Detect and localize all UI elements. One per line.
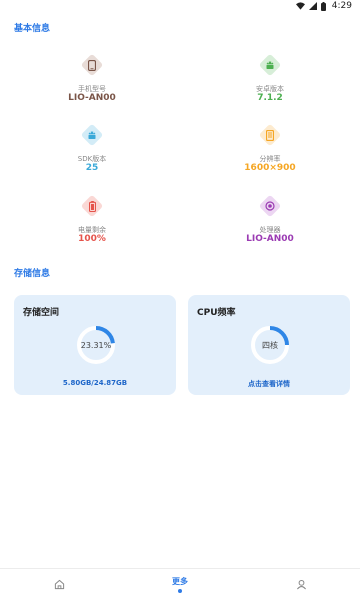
info-value: 25 xyxy=(85,163,99,173)
status-icons: 4:29 xyxy=(295,0,352,12)
active-indicator xyxy=(178,589,182,593)
nav-label-more: 更多 xyxy=(172,577,188,586)
storage-usage: 5.80GB/24.87GB xyxy=(62,379,128,387)
cpu-card[interactable]: CPU频率 四核 点击查看详情 xyxy=(188,295,350,395)
info-value: LIO-AN00 xyxy=(246,234,294,244)
bottom-nav: 更多 xyxy=(0,568,360,600)
basic-info-title: 基本信息 xyxy=(14,24,51,34)
cpu-cores: 四核 xyxy=(262,340,278,350)
info-item-android-version: 安卓版本 7.1.2 xyxy=(210,53,330,107)
battery-icon xyxy=(320,1,326,11)
processor-icon xyxy=(258,194,282,218)
info-item-sdk-version: SDK版本 25 xyxy=(32,123,152,177)
home-icon xyxy=(54,579,65,590)
info-value: 100% xyxy=(78,234,106,244)
storage-card[interactable]: 存储空间 23.31% 5.80GB/24.87GB xyxy=(14,295,176,395)
storage-progress-ring: 23.31% xyxy=(76,325,116,365)
info-value: 1600×900 xyxy=(244,163,296,173)
sdk-icon xyxy=(80,123,104,147)
wifi-icon xyxy=(295,2,305,10)
storage-card-title: 存储空间 xyxy=(23,308,60,318)
user-icon xyxy=(296,579,307,590)
cpu-ring: 四核 xyxy=(250,325,290,365)
info-item-resolution: 分辨率 1600×900 xyxy=(210,123,330,177)
battery-level-icon xyxy=(80,194,104,218)
storage-info-title: 存储信息 xyxy=(14,269,51,279)
signal-icon xyxy=(308,2,317,10)
cpu-details-link[interactable]: 点击查看详情 xyxy=(188,379,350,389)
cpu-card-title: CPU频率 xyxy=(197,308,236,318)
info-value: LIO-AN00 xyxy=(68,93,116,103)
screen-icon xyxy=(258,123,282,147)
nav-item-more[interactable]: 更多 xyxy=(160,569,200,600)
nav-item-home[interactable] xyxy=(40,569,80,600)
phone-icon xyxy=(80,53,104,77)
storage-percent: 23.31% xyxy=(80,340,112,350)
status-bar: 4:29 xyxy=(0,0,360,12)
info-item-phone-model: 手机型号 LIO-AN00 xyxy=(32,53,152,107)
info-item-processor: 处理器 LIO-AN00 xyxy=(210,194,330,248)
status-time: 4:29 xyxy=(331,1,352,11)
nav-item-profile[interactable] xyxy=(282,569,322,600)
info-value: 7.1.2 xyxy=(257,93,283,103)
info-item-battery: 电量剩余 100% xyxy=(32,194,152,248)
android-icon xyxy=(258,53,282,77)
